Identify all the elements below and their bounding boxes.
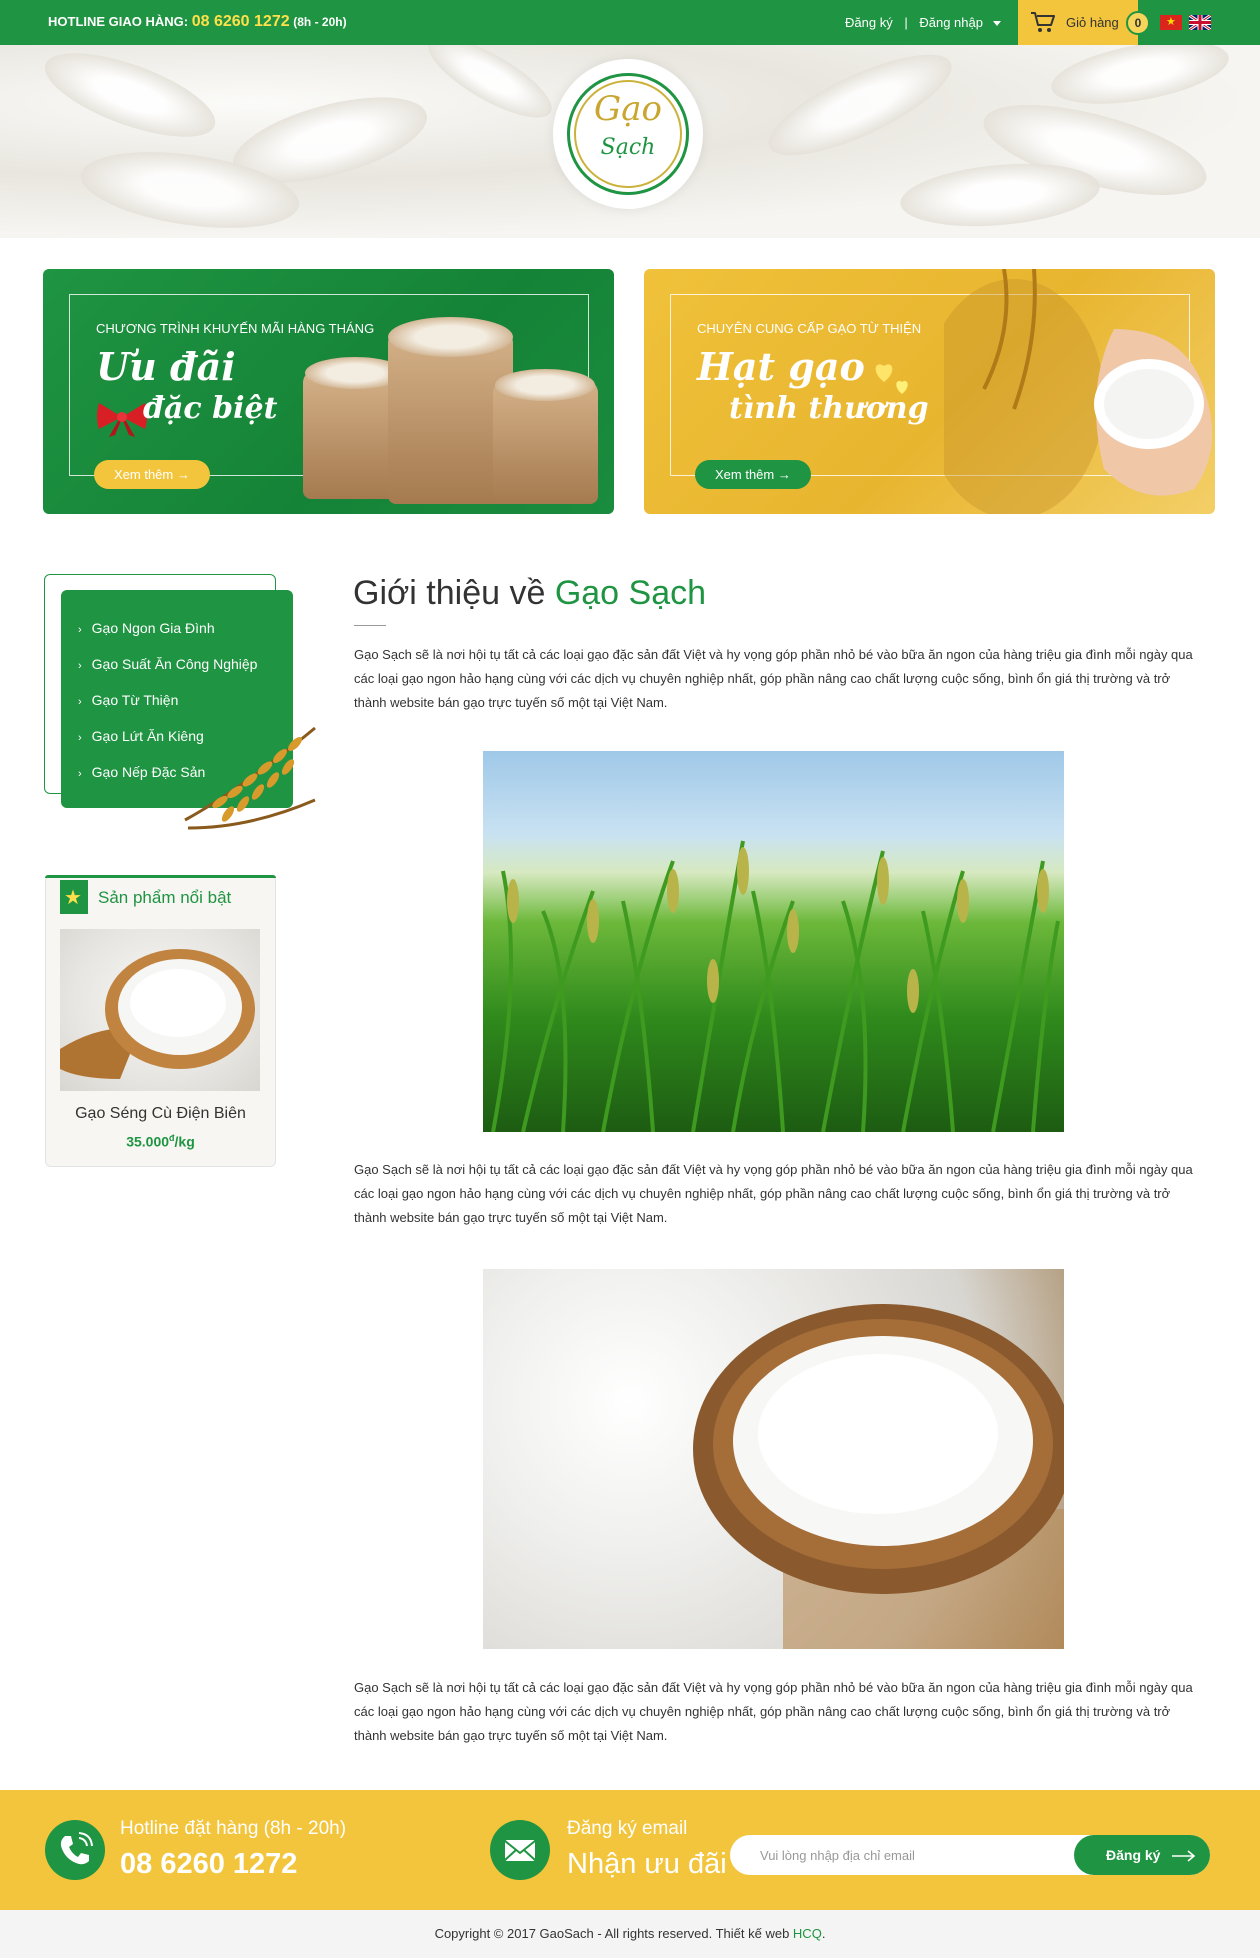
copyright: Copyright © 2017 GaoSach - All rights re…	[0, 1910, 1260, 1958]
logo-text-bottom: Sạch	[600, 135, 656, 160]
logo-text-top: Gạo	[594, 89, 662, 129]
chevron-down-icon[interactable]	[992, 21, 1001, 27]
banner-more-button[interactable]: Xem thêm →	[695, 460, 811, 489]
vietnam-flag-icon[interactable]: ★	[1160, 15, 1182, 30]
cart-button[interactable]: Giỏ hàng 0	[1018, 0, 1150, 45]
intro-paragraph: Gạo Sạch sẽ là nơi hội tụ tất cả các loạ…	[354, 647, 1193, 710]
footer-hotline-number[interactable]: 08 6260 1272	[120, 1848, 297, 1881]
arrow-right-icon	[1172, 1850, 1196, 1862]
footer-bar: Hotline đặt hàng (8h - 20h) 08 6260 1272…	[0, 1790, 1260, 1910]
chevron-right-icon: ›	[78, 660, 82, 672]
chevron-right-icon: ›	[78, 768, 82, 780]
chevron-right-icon: ›	[78, 624, 82, 636]
email-input[interactable]	[730, 1835, 1080, 1875]
category-item[interactable]: › Gạo Từ Thiện	[61, 682, 293, 718]
cart-label: Giỏ hàng	[1066, 15, 1119, 30]
hotline-number[interactable]: 08 6260 1272	[192, 13, 290, 30]
featured-topline	[45, 875, 276, 878]
featured-title: Sản phẩm nổi bật	[98, 888, 232, 907]
product-image[interactable]	[60, 929, 260, 1091]
page-title: Giới thiệu về Gạo Sạch	[353, 574, 707, 612]
wheat-decoration-icon	[184, 726, 316, 830]
footer-email-label: Đăng ký email	[567, 1818, 688, 1839]
category-item[interactable]: › Gạo Ngon Gia Đình	[61, 610, 293, 646]
banner-more-button[interactable]: Xem thêm →	[94, 460, 210, 489]
page-title-brand: Gạo Sạch	[554, 574, 707, 612]
register-link[interactable]: Đăng ký	[845, 15, 893, 30]
star-icon: ★	[60, 880, 88, 914]
footer-email-heading: Nhận ưu đãi	[567, 1848, 727, 1880]
newsletter-form: Đăng ký	[730, 1835, 1210, 1875]
auth-links: Đăng ký | Đăng nhập	[845, 15, 1001, 30]
banner-title: Hạt gạo	[697, 344, 865, 389]
chevron-right-icon: ›	[78, 696, 82, 708]
intro-paragraph: Gạo Sạch sẽ là nơi hội tụ tất cả các loạ…	[354, 1162, 1193, 1225]
hearts-icon	[875, 364, 908, 394]
banner-title: Ưu đãi	[96, 344, 236, 389]
cart-count-badge: 0	[1126, 11, 1150, 35]
product-price: 35.000đ/kg	[126, 1133, 195, 1150]
subscribe-button[interactable]: Đăng ký	[1074, 1835, 1210, 1875]
top-bar: HOTLINE GIAO HÀNG: 08 6260 1272 (8h - 20…	[0, 0, 1260, 45]
footer-hotline-label: Hotline đặt hàng (8h - 20h)	[120, 1818, 347, 1839]
ribbon-bow-icon	[97, 403, 147, 437]
promo-banner[interactable]: CHƯƠNG TRÌNH KHUYẾN MÃI HÀNG THÁNG Ưu đã…	[43, 269, 614, 514]
auth-separator: |	[904, 15, 908, 30]
banner-title-2: đặc biệt	[143, 391, 278, 426]
hands-rice-image	[944, 269, 1212, 514]
banner-subtitle: CHUYÊN CUNG CẤP GẠO TỪ THIỆN	[697, 321, 922, 336]
hotline-label: HOTLINE GIAO HÀNG:	[48, 14, 189, 29]
site-logo[interactable]: Gạo Sạch	[553, 59, 703, 209]
banner-subtitle: CHƯƠNG TRÌNH KHUYẾN MÃI HÀNG THÁNG	[96, 321, 375, 336]
intro-paragraph: Gạo Sạch sẽ là nơi hội tụ tất cả các loạ…	[354, 1680, 1193, 1743]
title-divider	[354, 625, 386, 626]
hero-header: Gạo Sạch TRANG CHỦ GIỚI THIỆU SẢN PHẨM T…	[0, 45, 1260, 238]
cart-icon	[1031, 12, 1055, 32]
phone-icon	[45, 1820, 105, 1880]
uk-flag-icon[interactable]	[1189, 15, 1211, 30]
rice-spoon-image	[483, 1269, 1064, 1649]
featured-products-box: ★ Sản phẩm nổi bật Gạo Séng Cù Điện Biên…	[45, 875, 276, 1167]
top-hotline: HOTLINE GIAO HÀNG: 08 6260 1272 (8h - 20…	[48, 13, 347, 31]
hotline-hours: (8h - 20h)	[293, 15, 347, 29]
product-name[interactable]: Gạo Séng Cù Điện Biên	[46, 1105, 275, 1123]
envelope-icon	[490, 1820, 550, 1880]
chevron-right-icon: ›	[78, 732, 82, 744]
rice-field-image	[483, 751, 1064, 1132]
charity-banner[interactable]: CHUYÊN CUNG CẤP GẠO TỪ THIỆN Hạt gạo tìn…	[644, 269, 1215, 514]
category-item[interactable]: › Gạo Suất Ăn Công Nghiệp	[61, 646, 293, 682]
designer-link[interactable]: HCQ	[793, 1926, 822, 1941]
login-link[interactable]: Đăng nhập	[919, 15, 983, 30]
